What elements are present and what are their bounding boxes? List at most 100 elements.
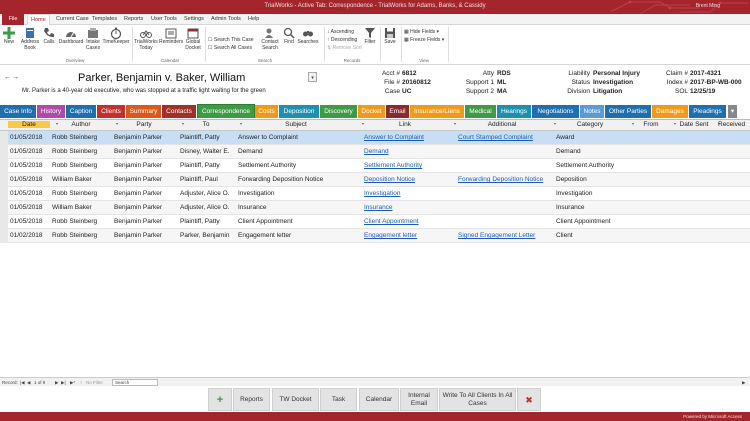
- remove-sort-button[interactable]: ⇅ Remove Sort: [327, 45, 362, 52]
- global-docket-button[interactable]: Global Docket: [184, 27, 202, 51]
- freeze-fields-button[interactable]: ▦ Freeze Fields ▾: [404, 37, 444, 44]
- add-record-button[interactable]: +: [208, 388, 232, 411]
- cell-link[interactable]: Insurance: [364, 204, 454, 211]
- cell-link[interactable]: Demand: [364, 148, 454, 155]
- calls-button[interactable]: Calls: [42, 27, 56, 46]
- reports-button[interactable]: Reports: [233, 388, 270, 411]
- tab-case-info[interactable]: Case Info: [0, 105, 37, 118]
- row-selector[interactable]: [0, 201, 8, 215]
- table-row[interactable]: 01/05/2018 William Baker Benjamin Parker Pl…: [0, 173, 750, 187]
- contact-search-button[interactable]: Contact Search: [259, 27, 281, 51]
- table-row[interactable]: 01/05/2018 Robb Steinberg Benjamin Parker A…: [0, 187, 750, 201]
- record-search-input[interactable]: Search: [112, 379, 158, 386]
- menu-home[interactable]: Home: [27, 14, 50, 25]
- table-row[interactable]: 01/02/2018 Robb Steinberg Benjamin Parker P…: [0, 229, 750, 243]
- tab-history[interactable]: History: [37, 105, 66, 118]
- tab-docket[interactable]: Docket: [358, 105, 386, 118]
- case-dropdown-chevron-icon[interactable]: ▾: [308, 72, 317, 82]
- col-header-author[interactable]: Author ▾: [52, 121, 118, 128]
- nav-next-icon[interactable]: →: [12, 74, 19, 81]
- cell-additional[interactable]: Forwarding Deposition Notice: [458, 176, 552, 183]
- row-selector[interactable]: [0, 173, 8, 187]
- find-button[interactable]: Find: [282, 27, 296, 46]
- trialworks-today-button[interactable]: TrialWorks Today: [134, 27, 158, 51]
- tab-caption[interactable]: Caption: [66, 105, 97, 118]
- table-row[interactable]: 01/05/2018 Robb Steinberg Benjamin Parker P…: [0, 159, 750, 173]
- tab-email[interactable]: Email: [386, 105, 410, 118]
- tab-clients[interactable]: Clients: [97, 105, 126, 118]
- table-row[interactable]: 01/05/2018 Robb Steinberg Benjamin Parker P…: [0, 131, 750, 145]
- sort-ascending-button[interactable]: ↓ Ascending: [327, 29, 354, 36]
- menu-file[interactable]: File: [2, 14, 24, 25]
- col-header-category[interactable]: Category ▾: [554, 121, 634, 128]
- col-header-date[interactable]: Date ▾: [8, 121, 58, 128]
- user-name[interactable]: Brent Ming: [696, 3, 720, 9]
- table-row[interactable]: 01/05/2018 Robb Steinberg Benjamin Parker D…: [0, 145, 750, 159]
- new-button[interactable]: New: [2, 27, 16, 46]
- filter-button[interactable]: Filter: [362, 27, 378, 46]
- col-header-received[interactable]: Received: [718, 121, 750, 128]
- address-book-button[interactable]: Address Book: [20, 27, 40, 51]
- tab-pleadings[interactable]: Pleadings: [689, 105, 727, 118]
- tab-summary[interactable]: Summary: [126, 105, 162, 118]
- menu-help[interactable]: Help: [245, 14, 262, 25]
- table-row[interactable]: 01/05/2018 William Baker Benjamin Parker Ad…: [0, 201, 750, 215]
- tab-costs[interactable]: Costs: [255, 105, 279, 118]
- cell-link[interactable]: Deposition Notice: [364, 176, 454, 183]
- tw-docket-button[interactable]: TW Docket: [272, 388, 319, 411]
- col-header-date-sent[interactable]: Date Sent ▾: [676, 121, 720, 128]
- row-selector[interactable]: [0, 159, 8, 173]
- tab-hearings[interactable]: Hearings: [497, 105, 532, 118]
- intake-cases-button[interactable]: Intake Cases: [85, 27, 101, 51]
- tab-deposition[interactable]: Deposition: [279, 105, 320, 118]
- table-row[interactable]: 01/05/2018 Robb Steinberg Benjamin Parker P…: [0, 215, 750, 229]
- tab-correspondence[interactable]: Correspondence: [197, 104, 255, 118]
- col-header-to[interactable]: To ▾: [178, 121, 242, 128]
- menu-current-case[interactable]: Current Case: [53, 14, 92, 25]
- search-all-cases-button[interactable]: ☐ Search All Cases: [208, 45, 252, 52]
- save-button[interactable]: Save: [383, 27, 397, 46]
- col-header-additional[interactable]: Additional ▾: [456, 121, 556, 128]
- nav-prev-icon[interactable]: ←: [4, 74, 11, 81]
- cell-link[interactable]: Answer to Complaint: [364, 134, 454, 141]
- row-selector[interactable]: [0, 215, 8, 229]
- write-to-all-clients-button[interactable]: Write To All Clients In All Cases: [439, 388, 516, 411]
- tab-negotiations[interactable]: Negotiations: [532, 105, 580, 118]
- row-selector[interactable]: [0, 131, 8, 145]
- menu-admin-tools[interactable]: Admin Tools: [208, 14, 244, 25]
- tab-medical[interactable]: Medical: [465, 105, 497, 118]
- search-this-case-button[interactable]: ☐ Search This Case: [208, 37, 254, 44]
- col-header-subject[interactable]: Subject ▾: [236, 121, 364, 128]
- menu-reports[interactable]: Reports: [121, 14, 146, 25]
- searches-button[interactable]: Searches: [297, 27, 319, 46]
- tab-discovery[interactable]: Discovery: [320, 105, 358, 118]
- cell-link[interactable]: Client Appointment: [364, 218, 454, 225]
- record-position[interactable]: 1 of 9: [34, 380, 45, 385]
- sort-descending-button[interactable]: ↑ Descending: [327, 37, 357, 44]
- menu-settings[interactable]: Settings: [181, 14, 207, 25]
- row-selector[interactable]: [0, 145, 8, 159]
- tab-notes[interactable]: Notes: [580, 105, 605, 118]
- cell-link[interactable]: Engagement letter: [364, 232, 454, 239]
- timekeeper-button[interactable]: TimeKeeper: [102, 27, 130, 46]
- tab-other-parties[interactable]: Other Parties: [605, 105, 652, 118]
- col-header-link[interactable]: Link ▾: [362, 121, 456, 128]
- cell-additional[interactable]: Signed Engagement Letter: [458, 232, 552, 239]
- tab-damages[interactable]: Damages: [652, 105, 689, 118]
- internal-email-button[interactable]: Internal Email: [400, 388, 438, 411]
- dashboard-button[interactable]: Dashboard: [58, 27, 84, 46]
- tab-insurance-liens[interactable]: Insurance/Liens: [410, 105, 465, 118]
- filter-status[interactable]: No Filter: [86, 380, 103, 385]
- col-header-from[interactable]: From ▾: [634, 121, 676, 128]
- cell-link[interactable]: Investigation: [364, 190, 454, 197]
- reminders-button[interactable]: Reminders: [159, 27, 183, 46]
- col-header-party[interactable]: Party ▾: [112, 121, 184, 128]
- cell-additional[interactable]: Court Stamped Complaint: [458, 134, 552, 141]
- row-selector[interactable]: [0, 229, 8, 243]
- task-button[interactable]: Task: [320, 388, 357, 411]
- cell-link[interactable]: Settlement Authority: [364, 162, 454, 169]
- delete-icon[interactable]: ✖: [517, 388, 541, 411]
- tabs-more-chevron-icon[interactable]: ▾: [728, 105, 738, 118]
- calendar-button[interactable]: Calendar: [359, 388, 399, 411]
- hide-fields-button[interactable]: ▦ Hide Fields ▾: [404, 29, 439, 36]
